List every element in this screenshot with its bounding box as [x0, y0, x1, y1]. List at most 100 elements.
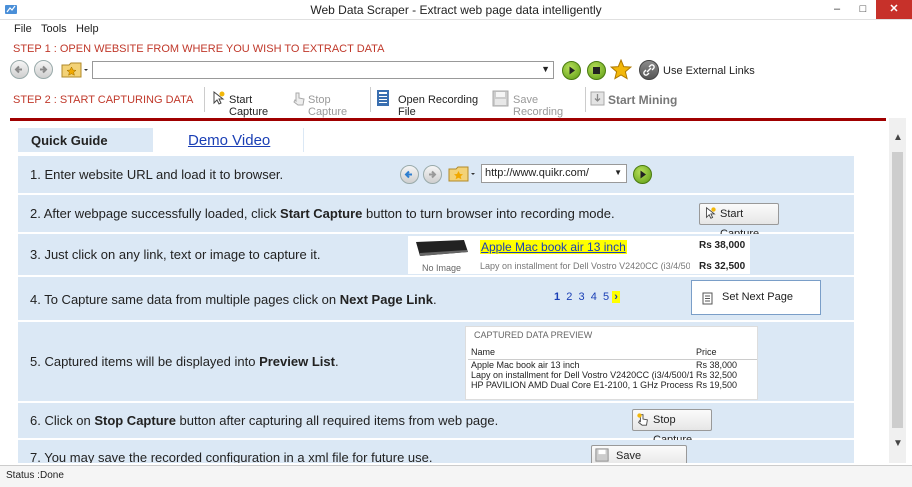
guide-row-2-post: button to turn browser into recording mo… [362, 206, 615, 221]
sample-save-recording-label: Save Recording [616, 450, 642, 462]
start-mining-button[interactable]: Start Mining [588, 88, 678, 110]
go-button[interactable] [562, 61, 581, 80]
preview-title: CAPTURED DATA PREVIEW [474, 330, 593, 340]
url-input[interactable]: ▼ [92, 61, 554, 79]
sample-save-recording-button: Save Recording [591, 445, 687, 463]
next-page-icon: › [612, 291, 620, 303]
guide-row-5-text: 5. Captured items will be displayed into… [30, 354, 339, 369]
cursor-star-icon [706, 206, 716, 219]
guide-row-5-post: . [334, 354, 339, 369]
guide-row-4: 4. To Capture same data from multiple pa… [18, 277, 854, 321]
tab-demo-video[interactable]: Demo Video [153, 128, 303, 152]
guide-row-4-bold: Next Page Link [339, 292, 433, 307]
tab-strip: Quick Guide Demo Video [18, 128, 854, 152]
folder-star-icon [448, 166, 475, 182]
separator [585, 87, 586, 112]
scroll-down-icon[interactable]: ▼ [893, 438, 903, 449]
guide-row-6-post: button after capturing all required item… [175, 413, 499, 428]
maximize-button[interactable]: □ [850, 0, 876, 19]
sample-price-2: Rs 32,500 [699, 261, 746, 272]
forward-button[interactable] [34, 60, 53, 79]
preview-cell-price: Rs 32,500 [696, 370, 738, 380]
tab-quick-guide[interactable]: Quick Guide [18, 128, 153, 152]
separator [204, 87, 205, 112]
floppy-disk-icon [595, 448, 609, 462]
star-icon[interactable] [609, 58, 633, 84]
chevron-down-icon[interactable]: ▼ [541, 64, 550, 74]
arrow-left-icon [14, 65, 22, 74]
guide-row-2-pre: 2. After webpage successfully loaded, cl… [30, 206, 281, 221]
status-label: Status : [6, 470, 40, 481]
step1-label: STEP 1 : OPEN WEBSITE FROM WHERE YOU WIS… [13, 43, 385, 55]
arrow-right-icon [40, 65, 48, 74]
arrow-right-icon [429, 170, 437, 179]
menu-file[interactable]: File [14, 23, 32, 35]
guide-row-3: 3. Just click on any link, text or image… [18, 234, 854, 276]
open-recording-button[interactable]: Open Recording File [373, 88, 485, 118]
link-icon[interactable] [639, 60, 659, 80]
arrow-left-icon [404, 170, 412, 179]
save-recording-label: Save Recording [513, 94, 564, 118]
guide-row-1-text: 1. Enter website URL and load it to brow… [30, 167, 284, 182]
preview-col-name: Name [471, 347, 496, 357]
sample-forward-button [423, 165, 442, 184]
download-box-icon [590, 91, 605, 106]
favorites-button[interactable] [61, 60, 89, 80]
cursor-star-icon [213, 90, 225, 105]
floppy-disk-icon [492, 90, 509, 107]
menu-bar: File Tools Help [0, 21, 912, 38]
start-capture-label: Start Capture [229, 94, 269, 118]
guide-row-7-text: 7. You may save the recorded configurati… [30, 450, 433, 463]
sample-go-button [633, 165, 652, 184]
open-recording-label: Open Recording File [398, 94, 479, 118]
guide-row-7: 7. You may save the recorded configurati… [18, 440, 854, 463]
use-external-links-label[interactable]: Use External Links [663, 65, 755, 77]
stop-capture-label: Stop Capture [308, 94, 348, 118]
stop-icon [593, 67, 600, 74]
guide-row-6-pre: 6. Click on [30, 413, 95, 428]
stop-button[interactable] [587, 61, 606, 80]
tab-quick-guide-label: Quick Guide [31, 133, 108, 148]
step2-label: STEP 2 : START CAPTURING DATA [13, 94, 194, 106]
status-value: Done [40, 470, 64, 481]
page-link-4: 4 [590, 291, 597, 303]
guide-row-4-text: 4. To Capture same data from multiple pa… [30, 292, 437, 307]
scroll-thumb[interactable] [892, 152, 903, 428]
page-link-2: 2 [566, 291, 573, 303]
sample-product-link: Apple Mac book air 13 inch [480, 240, 627, 254]
page-link-3: 3 [578, 291, 585, 303]
sample-set-next-page-button: Set Next Page [691, 280, 821, 315]
back-button[interactable] [10, 60, 29, 79]
separator [370, 87, 371, 112]
window-title: Web Data Scraper - Extract web page data… [310, 3, 602, 17]
vertical-scrollbar[interactable]: ▲ ▼ [889, 118, 906, 463]
no-image-label: No Image [422, 263, 462, 273]
guide-row-4-post: . [432, 292, 437, 307]
cursor-hand-icon [637, 413, 648, 426]
save-recording-button[interactable]: Save Recording [490, 88, 582, 118]
menu-help[interactable]: Help [76, 23, 99, 35]
guide-row-2: 2. After webpage successfully loaded, cl… [18, 195, 854, 240]
tab-demo-video-label: Demo Video [188, 132, 271, 149]
start-mining-label: Start Mining [608, 93, 678, 107]
tab-filler [304, 128, 854, 152]
preview-table: Name Price Apple Mac book air 13 inch Rs … [468, 345, 757, 390]
guide-row-3-text: 3. Just click on any link, text or image… [30, 247, 321, 262]
menu-tools[interactable]: Tools [41, 23, 67, 35]
scroll-up-icon[interactable]: ▲ [893, 132, 903, 143]
sample-price-1: Rs 38,000 [699, 240, 746, 251]
guide-row-1: 1. Enter website URL and load it to brow… [18, 156, 854, 194]
minimize-button[interactable]: – [824, 0, 850, 19]
guide-row-4-pre: 4. To Capture same data from multiple pa… [30, 292, 340, 307]
sample-pagination: 1 2 3 4 5 › [554, 291, 620, 303]
close-button[interactable]: ✕ [876, 0, 912, 19]
status-bar: Status : Done [0, 465, 912, 487]
set-next-page-label: Set Next Page [722, 291, 793, 303]
guide-row-5-pre: 5. Captured items will be displayed into [30, 354, 260, 369]
preview-cell-price: Rs 38,000 [696, 360, 738, 370]
play-icon [640, 170, 646, 179]
page-link-5: 5 [603, 291, 610, 303]
guide-row-5-bold: Preview List [259, 354, 335, 369]
stop-capture-button[interactable]: Stop Capture [289, 88, 367, 118]
start-capture-button[interactable]: Start Capture [208, 88, 288, 118]
